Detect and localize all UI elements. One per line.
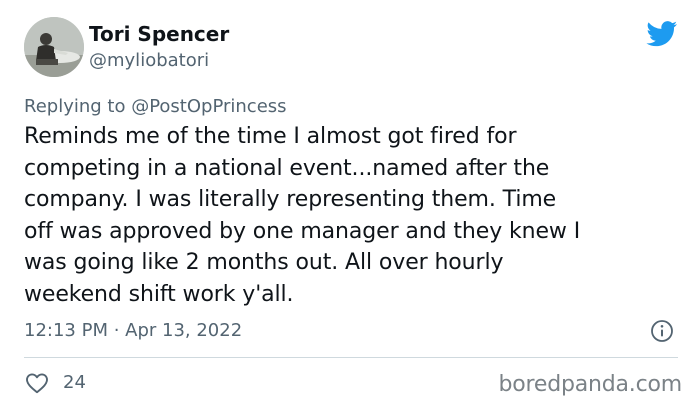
tweet-text: Reminds me of the time I almost got fire… (24, 121, 684, 310)
tweet-text-line: competing in a national event...named af… (24, 155, 550, 181)
twitter-bird-icon[interactable] (646, 21, 678, 47)
tweet-text-line: off was approved by one manager and they… (24, 218, 581, 244)
divider (24, 357, 678, 358)
replying-to: Replying to @PostOpPrincess (24, 96, 287, 118)
tweet-timestamp[interactable]: 12:13 PM · Apr 13, 2022 (24, 320, 242, 342)
author-name[interactable]: Tori Spencer (89, 22, 229, 46)
author-handle[interactable]: @myliobatori (89, 50, 209, 72)
watermark: boredpanda.com (498, 372, 682, 397)
info-icon[interactable] (650, 319, 674, 343)
tweet-text-line: company. I was literally representing th… (24, 187, 557, 212)
tweet-text-line: Reminds me of the time I almost got fire… (24, 124, 517, 149)
tweet-card: Tori Spencer @myliobatori Replying to @P… (0, 0, 700, 410)
replying-to-prefix: Replying to (24, 96, 132, 117)
avatar[interactable] (24, 17, 84, 77)
like-count: 24 (63, 372, 86, 393)
reply-mention-link[interactable]: @PostOpPrincess (131, 96, 286, 117)
heart-icon[interactable] (25, 372, 49, 394)
tweet-text-line: weekend shift work y'all. (24, 281, 294, 307)
tweet-text-line: was going like 2 months out. All over ho… (24, 250, 504, 275)
avatar-photo (24, 17, 84, 77)
